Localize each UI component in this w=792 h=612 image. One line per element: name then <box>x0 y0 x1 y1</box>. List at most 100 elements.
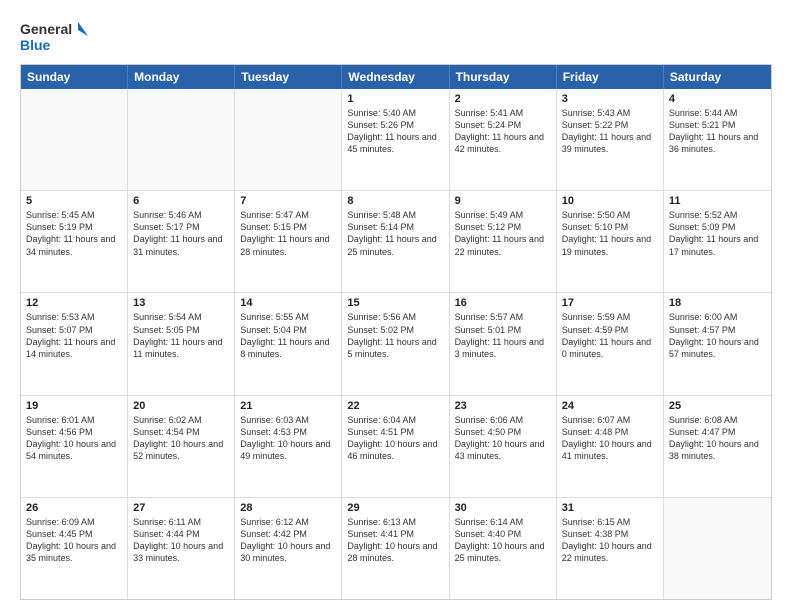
calendar-day-24: 24Sunrise: 6:07 AM Sunset: 4:48 PM Dayli… <box>557 396 664 497</box>
day-number-18: 18 <box>669 297 766 309</box>
logo: GeneralBlue <box>20 18 90 54</box>
cell-text-21: Sunrise: 6:03 AM Sunset: 4:53 PM Dayligh… <box>240 414 336 463</box>
day-number-21: 21 <box>240 400 336 412</box>
day-number-7: 7 <box>240 195 336 207</box>
cell-text-24: Sunrise: 6:07 AM Sunset: 4:48 PM Dayligh… <box>562 414 658 463</box>
calendar: SundayMondayTuesdayWednesdayThursdayFrid… <box>20 64 772 600</box>
day-number-17: 17 <box>562 297 658 309</box>
cell-text-4: Sunrise: 5:44 AM Sunset: 5:21 PM Dayligh… <box>669 107 766 156</box>
day-number-19: 19 <box>26 400 122 412</box>
day-number-13: 13 <box>133 297 229 309</box>
calendar-day-19: 19 Sunrise: 6:01 AM Sunset: 4:56 PM Dayli… <box>21 396 128 497</box>
cell-text-19: Sunrise: 6:01 AM Sunset: 4:56 PM Dayligh… <box>26 414 122 463</box>
day-number-28: 28 <box>240 502 336 514</box>
day-number-26: 26 <box>26 502 122 514</box>
day-number-3: 3 <box>562 93 658 105</box>
header-cell-wednesday: Wednesday <box>342 65 449 89</box>
day-number-6: 6 <box>133 195 229 207</box>
cell-text-13: Sunrise: 5:54 AM Sunset: 5:05 PM Dayligh… <box>133 311 229 360</box>
cell-text-26: Sunrise: 6:09 AM Sunset: 4:45 PM Dayligh… <box>26 516 122 565</box>
day-number-1: 1 <box>347 93 443 105</box>
calendar-day-10: 10 Sunrise: 5:50 AM Sunset: 5:10 PM Dayli… <box>557 191 664 292</box>
day-number-31: 31 <box>562 502 658 514</box>
header-cell-friday: Friday <box>557 65 664 89</box>
calendar-day-12: 12Sunrise: 5:53 AM Sunset: 5:07 PM Dayli… <box>21 293 128 394</box>
calendar-day-22: 22 Sunrise: 6:04 AM Sunset: 4:51 PM Dayli… <box>342 396 449 497</box>
day-number-11: 11 <box>669 195 766 207</box>
day-number-29: 29 <box>347 502 443 514</box>
day-number-27: 27 <box>133 502 229 514</box>
calendar-day-3: 3Sunrise: 5:43 AM Sunset: 5:22 PM Daylig… <box>557 89 664 190</box>
calendar-day-23: 23Sunrise: 6:06 AM Sunset: 4:50 PM Dayli… <box>450 396 557 497</box>
calendar-day-8: 8 Sunrise: 5:48 AM Sunset: 5:14 PM Daylig… <box>342 191 449 292</box>
cell-text-20: Sunrise: 6:02 AM Sunset: 4:54 PM Dayligh… <box>133 414 229 463</box>
cell-text-29: Sunrise: 6:13 AM Sunset: 4:41 PM Dayligh… <box>347 516 443 565</box>
calendar-cell-empty-w4c6 <box>664 498 771 599</box>
calendar-day-13: 13 Sunrise: 5:54 AM Sunset: 5:05 PM Dayli… <box>128 293 235 394</box>
cell-text-30: Sunrise: 6:14 AM Sunset: 4:40 PM Dayligh… <box>455 516 551 565</box>
calendar-day-18: 18 Sunrise: 6:00 AM Sunset: 4:57 PM Dayli… <box>664 293 771 394</box>
calendar-day-29: 29 Sunrise: 6:13 AM Sunset: 4:41 PM Dayli… <box>342 498 449 599</box>
cell-text-5: Sunrise: 5:45 AM Sunset: 5:19 PM Dayligh… <box>26 209 122 258</box>
cell-text-25: Sunrise: 6:08 AM Sunset: 4:47 PM Dayligh… <box>669 414 766 463</box>
calendar-day-9: 9 Sunrise: 5:49 AM Sunset: 5:12 PM Daylig… <box>450 191 557 292</box>
day-number-25: 25 <box>669 400 766 412</box>
day-number-30: 30 <box>455 502 551 514</box>
cell-text-9: Sunrise: 5:49 AM Sunset: 5:12 PM Dayligh… <box>455 209 551 258</box>
day-number-20: 20 <box>133 400 229 412</box>
calendar-day-16: 16Sunrise: 5:57 AM Sunset: 5:01 PM Dayli… <box>450 293 557 394</box>
calendar-day-14: 14 Sunrise: 5:55 AM Sunset: 5:04 PM Dayli… <box>235 293 342 394</box>
svg-text:Blue: Blue <box>20 37 51 53</box>
cell-text-12: Sunrise: 5:53 AM Sunset: 5:07 PM Dayligh… <box>26 311 122 360</box>
cell-text-2: Sunrise: 5:41 AM Sunset: 5:24 PM Dayligh… <box>455 107 551 156</box>
calendar-day-20: 20 Sunrise: 6:02 AM Sunset: 4:54 PM Dayli… <box>128 396 235 497</box>
calendar-body: 1 Sunrise: 5:40 AM Sunset: 5:26 PM Daylig… <box>21 89 771 599</box>
day-number-5: 5 <box>26 195 122 207</box>
calendar-cell-empty-w0c0 <box>21 89 128 190</box>
cell-text-1: Sunrise: 5:40 AM Sunset: 5:26 PM Dayligh… <box>347 107 443 156</box>
calendar-week-3: 12Sunrise: 5:53 AM Sunset: 5:07 PM Dayli… <box>21 293 771 395</box>
cell-text-17: Sunrise: 5:59 AM Sunset: 4:59 PM Dayligh… <box>562 311 658 360</box>
calendar-day-27: 27 Sunrise: 6:11 AM Sunset: 4:44 PM Dayli… <box>128 498 235 599</box>
cell-text-8: Sunrise: 5:48 AM Sunset: 5:14 PM Dayligh… <box>347 209 443 258</box>
cell-text-11: Sunrise: 5:52 AM Sunset: 5:09 PM Dayligh… <box>669 209 766 258</box>
day-number-22: 22 <box>347 400 443 412</box>
day-number-2: 2 <box>455 93 551 105</box>
day-number-8: 8 <box>347 195 443 207</box>
logo-svg: GeneralBlue <box>20 18 90 54</box>
calendar-day-25: 25 Sunrise: 6:08 AM Sunset: 4:47 PM Dayli… <box>664 396 771 497</box>
header-cell-sunday: Sunday <box>21 65 128 89</box>
cell-text-18: Sunrise: 6:00 AM Sunset: 4:57 PM Dayligh… <box>669 311 766 360</box>
day-number-15: 15 <box>347 297 443 309</box>
calendar-day-4: 4Sunrise: 5:44 AM Sunset: 5:21 PM Daylig… <box>664 89 771 190</box>
header-cell-thursday: Thursday <box>450 65 557 89</box>
calendar-week-1: 1 Sunrise: 5:40 AM Sunset: 5:26 PM Daylig… <box>21 89 771 191</box>
calendar-header-row: SundayMondayTuesdayWednesdayThursdayFrid… <box>21 65 771 89</box>
calendar-week-4: 19 Sunrise: 6:01 AM Sunset: 4:56 PM Dayli… <box>21 396 771 498</box>
calendar-day-31: 31Sunrise: 6:15 AM Sunset: 4:38 PM Dayli… <box>557 498 664 599</box>
cell-text-7: Sunrise: 5:47 AM Sunset: 5:15 PM Dayligh… <box>240 209 336 258</box>
header-cell-tuesday: Tuesday <box>235 65 342 89</box>
cell-text-27: Sunrise: 6:11 AM Sunset: 4:44 PM Dayligh… <box>133 516 229 565</box>
cell-text-22: Sunrise: 6:04 AM Sunset: 4:51 PM Dayligh… <box>347 414 443 463</box>
cell-text-6: Sunrise: 5:46 AM Sunset: 5:17 PM Dayligh… <box>133 209 229 258</box>
cell-text-16: Sunrise: 5:57 AM Sunset: 5:01 PM Dayligh… <box>455 311 551 360</box>
calendar-day-21: 21 Sunrise: 6:03 AM Sunset: 4:53 PM Dayli… <box>235 396 342 497</box>
calendar-day-26: 26 Sunrise: 6:09 AM Sunset: 4:45 PM Dayli… <box>21 498 128 599</box>
header-cell-saturday: Saturday <box>664 65 771 89</box>
calendar-cell-empty-w0c2 <box>235 89 342 190</box>
day-number-10: 10 <box>562 195 658 207</box>
calendar-day-11: 11 Sunrise: 5:52 AM Sunset: 5:09 PM Dayli… <box>664 191 771 292</box>
calendar-day-28: 28Sunrise: 6:12 AM Sunset: 4:42 PM Dayli… <box>235 498 342 599</box>
cell-text-14: Sunrise: 5:55 AM Sunset: 5:04 PM Dayligh… <box>240 311 336 360</box>
day-number-9: 9 <box>455 195 551 207</box>
cell-text-10: Sunrise: 5:50 AM Sunset: 5:10 PM Dayligh… <box>562 209 658 258</box>
calendar-day-1: 1 Sunrise: 5:40 AM Sunset: 5:26 PM Daylig… <box>342 89 449 190</box>
calendar-day-5: 5 Sunrise: 5:45 AM Sunset: 5:19 PM Daylig… <box>21 191 128 292</box>
page-header: GeneralBlue <box>20 18 772 54</box>
day-number-14: 14 <box>240 297 336 309</box>
calendar-day-17: 17 Sunrise: 5:59 AM Sunset: 4:59 PM Dayli… <box>557 293 664 394</box>
calendar-week-5: 26 Sunrise: 6:09 AM Sunset: 4:45 PM Dayli… <box>21 498 771 599</box>
header-cell-monday: Monday <box>128 65 235 89</box>
calendar-day-15: 15Sunrise: 5:56 AM Sunset: 5:02 PM Dayli… <box>342 293 449 394</box>
